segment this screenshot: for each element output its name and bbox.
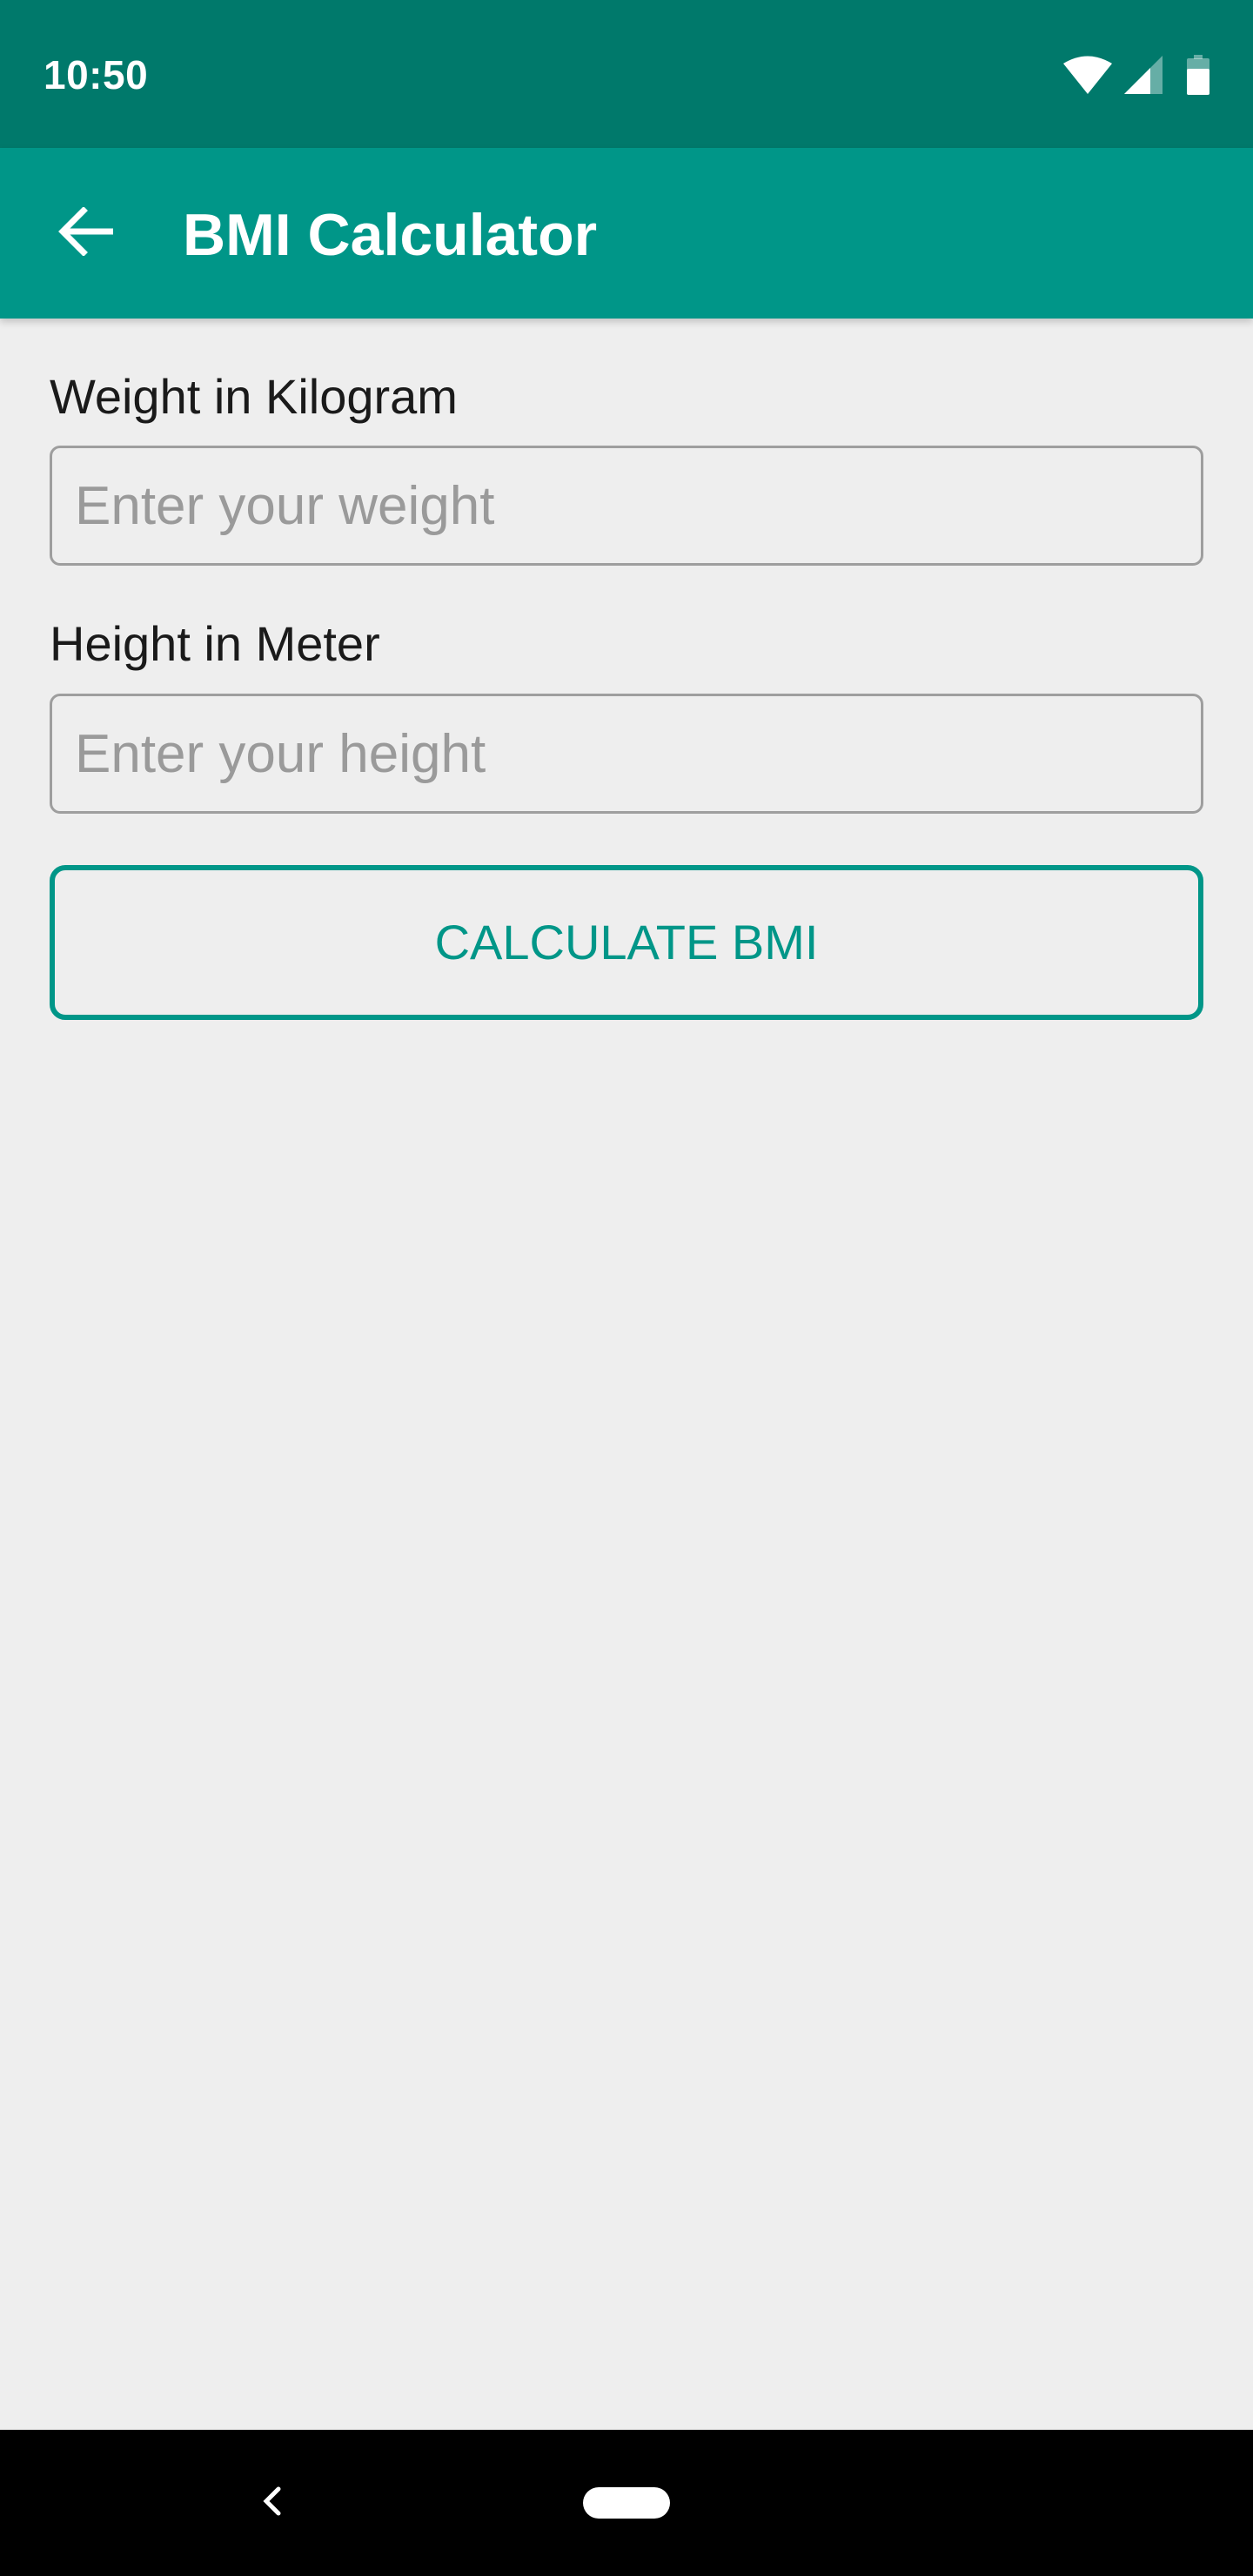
status-icons [1063, 54, 1209, 96]
back-button[interactable] [44, 191, 127, 275]
page-title: BMI Calculator [183, 202, 598, 268]
app-bar: BMI Calculator [0, 148, 1253, 319]
status-bar: 10:50 [0, 0, 1253, 148]
height-input[interactable] [50, 694, 1203, 814]
signal-icon [1124, 56, 1163, 94]
nav-home-button[interactable] [583, 2487, 670, 2519]
navigation-bar [0, 2430, 1253, 2576]
weight-input[interactable] [50, 446, 1203, 566]
status-time: 10:50 [44, 52, 149, 97]
battery-icon [1187, 55, 1209, 95]
weight-label: Weight in Kilogram [50, 369, 458, 424]
wifi-icon [1063, 56, 1112, 94]
arrow-back-icon [57, 205, 115, 260]
nav-back-button[interactable] [245, 2477, 298, 2529]
nav-back-icon [261, 2485, 282, 2521]
calculate-bmi-button[interactable]: CALCULATE BMI [50, 865, 1203, 1020]
height-label: Height in Meter [50, 616, 380, 671]
